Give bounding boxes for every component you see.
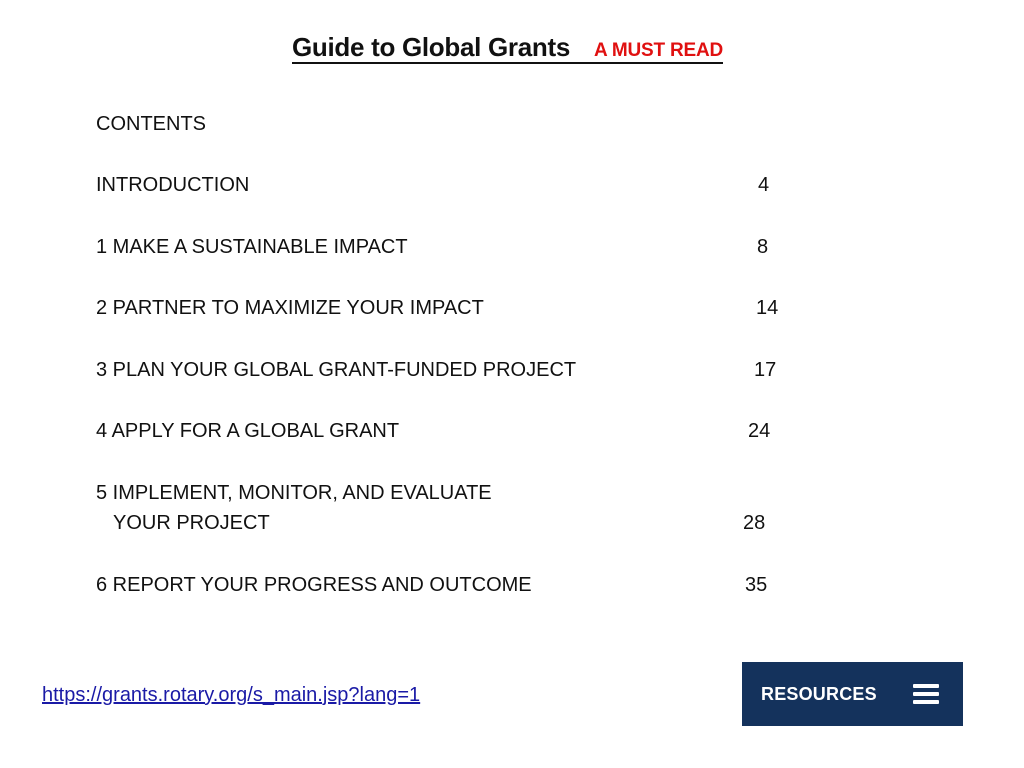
toc-entry-label: 2 PARTNER TO MAXIMIZE YOUR IMPACT	[96, 297, 484, 319]
resources-button[interactable]: RESOURCES	[742, 662, 963, 726]
toc-entry-page: 8	[757, 236, 769, 258]
title-accent: A MUST READ	[593, 40, 724, 61]
toc-entry-label: 5 IMPLEMENT, MONITOR, AND EVALUATE	[96, 482, 492, 504]
toc-entry-page: 28	[743, 512, 766, 534]
toc-entry-label: 6 REPORT YOUR PROGRESS AND OUTCOME	[96, 574, 532, 596]
toc-entry-page: 24	[748, 420, 771, 442]
grants-portal-link[interactable]: https://grants.rotary.org/s_main.jsp?lan…	[42, 683, 420, 707]
toc-entry-page: 14	[756, 297, 779, 319]
toc-entry-label-continued: YOUR PROJECT	[113, 512, 270, 534]
resources-button-label: RESOURCES	[761, 683, 877, 704]
contents-heading: CONTENTS	[96, 113, 206, 135]
toc-entry-label: 4 APPLY FOR A GLOBAL GRANT	[96, 420, 400, 442]
toc-entry-page: 17	[754, 359, 777, 381]
toc-entry-label: INTRODUCTION	[96, 174, 250, 196]
toc-entry-page: 4	[758, 174, 770, 196]
title-main: Guide to Global Grants	[292, 32, 570, 62]
toc-entry-page: 35	[745, 574, 768, 596]
document-title: Guide to Global Grants A MUST READ	[292, 32, 724, 65]
toc-entry-label: 3 PLAN YOUR GLOBAL GRANT-FUNDED PROJECT	[96, 359, 577, 381]
toc-entry-label: 1 MAKE A SUSTAINABLE IMPACT	[96, 236, 408, 258]
hamburger-menu-icon	[912, 684, 939, 704]
